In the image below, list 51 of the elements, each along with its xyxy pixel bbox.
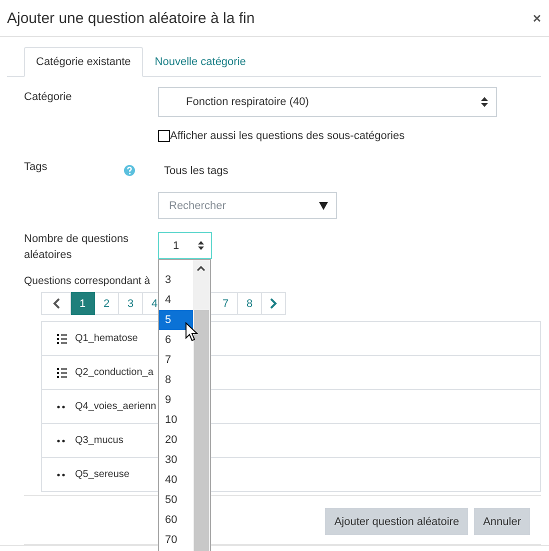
- scrollbar[interactable]: [193, 260, 210, 551]
- sort-arrows-icon: [481, 97, 488, 107]
- checkbox-label: Afficher aussi les questions des sous-catégories: [170, 130, 405, 142]
- dropdown-option[interactable]: 30: [159, 450, 193, 470]
- list-icon: [57, 368, 67, 378]
- chevron-left-icon: [52, 298, 60, 309]
- question-name: Q5_sereuse: [75, 469, 130, 480]
- cursor-icon: [185, 322, 198, 342]
- dropdown-option[interactable]: 7: [159, 350, 193, 370]
- dropdown-option[interactable]: 10: [159, 410, 193, 430]
- page-button[interactable]: 8: [238, 292, 262, 315]
- field-label: Nombre de questions aléatoires: [24, 232, 130, 263]
- section-label: Questions correspondant à: [24, 274, 150, 289]
- category-select[interactable]: Fonction respiratoire (40): [158, 87, 497, 117]
- field-label: Catégorie: [24, 90, 72, 105]
- question-name: Q2_conduction_a: [75, 367, 154, 378]
- question-name: Q1_hematose: [75, 333, 138, 344]
- action-button[interactable]: Annuler: [474, 508, 530, 535]
- dropdown-option[interactable]: 9: [159, 390, 193, 410]
- sort-arrows-icon: [198, 241, 204, 250]
- dropdown-option[interactable]: 8: [159, 370, 193, 390]
- action-button[interactable]: Ajouter question aléatoire: [325, 508, 468, 535]
- page-button[interactable]: 2: [95, 292, 119, 315]
- tags-value: Tous les tags: [164, 164, 228, 178]
- dropdown-option[interactable]: 40: [159, 470, 193, 490]
- dropdown-option[interactable]: 60: [159, 510, 193, 530]
- tab[interactable]: Catégorie existante: [24, 47, 143, 77]
- chevron-right-icon: [270, 298, 277, 309]
- field-label: Tags: [24, 160, 48, 175]
- scroll-up-icon: [197, 266, 205, 271]
- previous-page-button[interactable]: [41, 292, 71, 315]
- caret-icon: [319, 202, 328, 210]
- tab[interactable]: Nouvelle catégorie: [142, 47, 258, 77]
- next-page-button[interactable]: [262, 292, 286, 315]
- list-icon: [57, 334, 67, 344]
- page-button[interactable]: 7: [214, 292, 238, 315]
- dropdown-option[interactable]: 5: [159, 310, 193, 330]
- dropdown-option[interactable]: 50: [159, 490, 193, 510]
- question-name: Q4_voies_aerienn: [75, 401, 156, 412]
- close-button[interactable]: ×: [532, 10, 541, 26]
- dialog-title: Ajouter une question aléatoire à la fin: [7, 10, 255, 26]
- page-button[interactable]: 1: [71, 292, 95, 315]
- dropdown-option[interactable]: 20: [159, 430, 193, 450]
- dropdown-option[interactable]: 3: [159, 270, 193, 290]
- help-icon: [124, 165, 135, 176]
- dropdown-option[interactable]: 70: [159, 530, 193, 550]
- checkbox[interactable]: [158, 130, 170, 142]
- scrollbar-thumb[interactable]: [194, 310, 209, 551]
- question-name: Q3_mucus: [75, 435, 124, 446]
- count-select[interactable]: 1: [158, 232, 212, 259]
- page-button[interactable]: 3: [119, 292, 143, 315]
